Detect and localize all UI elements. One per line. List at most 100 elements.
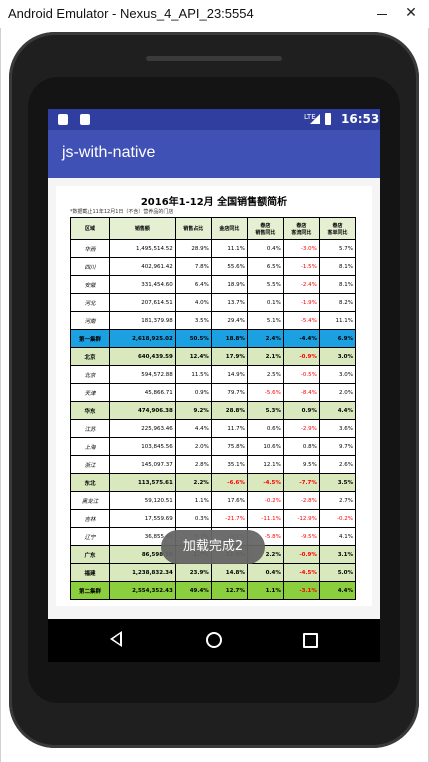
region-cell: 广东: [70, 545, 110, 564]
value-cell: 79.7%: [210, 383, 248, 402]
region-cell: 第二集群: [70, 581, 110, 600]
android-notification-icon: [80, 114, 90, 125]
value-cell: 18.9%: [210, 275, 248, 294]
value-cell: -5.6%: [246, 383, 284, 402]
value-cell: 2.5%: [246, 365, 284, 384]
value-cell: 207,614.51: [108, 293, 176, 312]
value-cell: 4.1%: [318, 527, 357, 546]
value-cell: 11.5%: [174, 365, 212, 384]
value-cell: 5.5%: [246, 275, 284, 294]
table-row: 安徽 331,454.60 6.4% 18.9% 5.5% -2.4% 8.1%: [70, 275, 357, 294]
table-row: 东北 113,575.61 2.2% -6.6% -4.5% -7.7% 3.5%: [70, 473, 357, 492]
emulator-window-title: Android Emulator - Nexus_4_API_23:5554: [8, 6, 254, 21]
value-cell: 7.8%: [174, 257, 212, 276]
value-cell: 6.4%: [174, 275, 212, 294]
value-cell: 12.7%: [210, 581, 248, 600]
value-cell: 0.4%: [246, 239, 284, 258]
value-cell: 28.9%: [174, 239, 212, 258]
value-cell: 9.2%: [174, 401, 212, 420]
value-cell: 3.1%: [318, 545, 357, 564]
table-row: 河南 181,379.98 3.5% 29.4% 5.1% -5.4% 11.1%: [70, 311, 357, 330]
value-cell: 3.5%: [174, 311, 212, 330]
value-cell: -3.0%: [282, 239, 320, 258]
region-cell: 安徽: [70, 275, 110, 294]
value-cell: 11.1%: [318, 311, 357, 330]
value-cell: -1.5%: [282, 257, 320, 276]
value-cell: -9.5%: [282, 527, 320, 546]
report-note: *数据截止11年12月1日（不含）营养品的门店: [70, 209, 174, 215]
value-cell: 8.1%: [318, 257, 357, 276]
value-cell: 225,963.46: [108, 419, 176, 438]
table-row: 第二集群 2,554,352.43 49.4% 12.7% 1.1% -3.1% 4.4%: [70, 581, 357, 600]
value-cell: -0.5%: [282, 365, 320, 384]
value-cell: 2,554,352.43: [108, 581, 176, 600]
recent-apps-icon[interactable]: [303, 633, 318, 648]
value-cell: -0.2%: [318, 509, 357, 528]
region-cell: 黑龙江: [70, 491, 110, 510]
value-cell: 2.8%: [174, 455, 212, 474]
value-cell: 13.7%: [210, 293, 248, 312]
table-row: 吉林 17,559.69 0.3% -21.7% -11.1% -12.9% -0.2%: [70, 509, 357, 528]
region-cell: 吉林: [70, 509, 110, 528]
value-cell: 6.5%: [246, 257, 284, 276]
table-row: 上海 103,845.56 2.0% 75.8% 10.6% 0.8% 9.7%: [70, 437, 357, 456]
value-cell: -3.1%: [282, 581, 320, 600]
value-cell: 11.7%: [210, 419, 248, 438]
value-cell: 12.1%: [246, 455, 284, 474]
minimize-icon[interactable]: [372, 4, 392, 22]
value-cell: 0.9%: [282, 401, 320, 420]
value-cell: 45,866.71: [108, 383, 176, 402]
value-cell: -11.1%: [246, 509, 284, 528]
value-cell: 0.8%: [282, 437, 320, 456]
value-cell: 50.5%: [174, 329, 212, 348]
value-cell: 113,575.61: [108, 473, 176, 492]
value-cell: 14.9%: [210, 365, 248, 384]
value-cell: 8.2%: [318, 293, 357, 312]
phone-speaker: [146, 56, 282, 61]
value-cell: 0.3%: [174, 509, 212, 528]
device-screen: LTE 16:53 js-with-native 2016年1-12月 全国销售…: [48, 109, 380, 662]
value-cell: -0.2%: [246, 491, 284, 510]
table-header-cell: 春店 客流同比: [282, 217, 320, 240]
status-bar: LTE 16:53: [48, 109, 380, 130]
home-icon[interactable]: [206, 632, 222, 648]
region-cell: 东北: [70, 473, 110, 492]
table-row: 福建 1,238,832.34 23.9% 14.8% 0.4% -4.5% 5.0%: [70, 563, 357, 582]
value-cell: 3.6%: [318, 419, 357, 438]
table-row: 华西 1,495,514.52 28.9% 11.1% 0.4% -3.0% 5.7%: [70, 239, 357, 258]
value-cell: 1,495,514.52: [108, 239, 176, 258]
value-cell: -4.5%: [282, 563, 320, 582]
value-cell: 4.0%: [174, 293, 212, 312]
value-cell: 2,618,925.02: [108, 329, 176, 348]
value-cell: 17.6%: [210, 491, 248, 510]
back-icon-inner: [113, 634, 120, 644]
value-cell: -2.4%: [282, 275, 320, 294]
value-cell: 103,845.56: [108, 437, 176, 456]
value-cell: -4.4%: [282, 329, 320, 348]
close-icon[interactable]: ✕: [401, 3, 421, 23]
value-cell: 28.8%: [210, 401, 248, 420]
value-cell: 11.1%: [210, 239, 248, 258]
region-cell: 北京: [70, 347, 110, 366]
value-cell: 59,120.51: [108, 491, 176, 510]
table-header-row: 区域 销售额 销售占比 金店同比 春店 销售同比 春店 客流同比 春店 客单同比: [70, 217, 357, 240]
value-cell: 6.9%: [318, 329, 357, 348]
value-cell: 17.9%: [210, 347, 248, 366]
region-cell: 上海: [70, 437, 110, 456]
value-cell: 0.1%: [246, 293, 284, 312]
value-cell: 1.1%: [246, 581, 284, 600]
value-cell: 55.6%: [210, 257, 248, 276]
value-cell: -6.6%: [210, 473, 248, 492]
region-cell: 河北: [70, 293, 110, 312]
region-cell: 辽宁: [70, 527, 110, 546]
table-row: 江苏 225,963.46 4.4% 11.7% 0.6% -2.9% 3.6%: [70, 419, 357, 438]
table-row: 黑龙江 59,120.51 1.1% 17.6% -0.2% -2.8% 2.7%: [70, 491, 357, 510]
value-cell: -7.7%: [282, 473, 320, 492]
value-cell: 3.0%: [318, 347, 357, 366]
value-cell: 4.4%: [318, 581, 357, 600]
table-header-cell: 销售占比: [174, 217, 212, 240]
region-cell: 天津: [70, 383, 110, 402]
region-cell: 华西: [70, 239, 110, 258]
value-cell: 0.6%: [246, 419, 284, 438]
value-cell: 75.8%: [210, 437, 248, 456]
